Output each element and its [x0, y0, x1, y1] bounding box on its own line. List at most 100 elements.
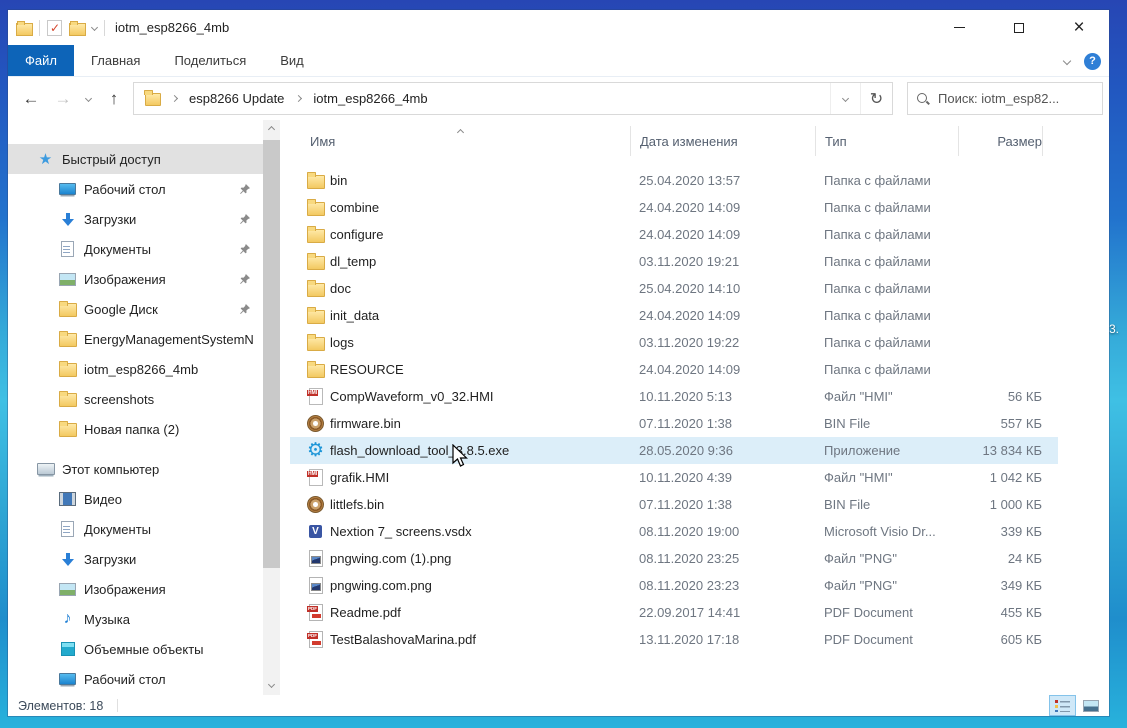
gear-icon [306, 442, 325, 459]
breadcrumb-chevron-icon[interactable] [171, 95, 178, 102]
breadcrumb-chevron-icon[interactable] [295, 95, 302, 102]
sidebar-item-quick-access[interactable]: Быстрый доступ [8, 144, 263, 174]
file-row[interactable]: pngwing.com (1).png 08.11.2020 23:25 Фай… [290, 545, 1058, 572]
sidebar-item[interactable]: Загрузки [8, 544, 263, 574]
file-row[interactable]: doc 25.04.2020 14:10 Папка с файлами [290, 275, 1058, 302]
file-row[interactable]: Readme.pdf 22.09.2017 14:41 PDF Document… [290, 599, 1058, 626]
png-icon [306, 550, 325, 567]
file-row[interactable]: init_data 24.04.2020 14:09 Папка с файла… [290, 302, 1058, 329]
sidebar-item[interactable]: Документы [8, 234, 263, 264]
file-date: 24.04.2020 14:09 [630, 200, 815, 215]
ribbon-tab-label: Поделиться [174, 53, 246, 68]
file-row[interactable]: grafik.HMI 10.11.2020 4:39 Файл "HMI" 1 … [290, 464, 1058, 491]
address-folder-icon[interactable] [143, 90, 162, 107]
column-header-name[interactable]: Имя [290, 126, 630, 156]
scrollbar-thumb[interactable] [263, 140, 280, 568]
help-icon[interactable]: ? [1084, 53, 1101, 70]
file-row[interactable]: combine 24.04.2020 14:09 Папка с файлами [290, 194, 1058, 221]
sidebar-item-label: Быстрый доступ [62, 152, 161, 167]
sidebar-item[interactable]: Изображения [8, 264, 263, 294]
sidebar-item[interactable]: Объемные объекты [8, 634, 263, 664]
breadcrumb-segment[interactable]: iotm_esp8266_4mb [311, 89, 429, 108]
thumbnails-view-icon [1083, 700, 1099, 712]
properties-check-icon[interactable] [47, 20, 62, 36]
file-row[interactable]: dl_temp 03.11.2020 19:21 Папка с файлами [290, 248, 1058, 275]
file-type: Файл "HMI" [815, 470, 958, 485]
sidebar-scrollbar[interactable] [263, 120, 280, 695]
file-row[interactable]: TestBalashovaMarina.pdf 13.11.2020 17:18… [290, 626, 1058, 653]
column-header-date[interactable]: Дата изменения [630, 126, 815, 156]
file-name: combine [330, 200, 630, 215]
ribbon-tab[interactable]: Файл [8, 45, 74, 76]
breadcrumb-segment[interactable]: esp8266 Update [187, 89, 286, 108]
sidebar-item[interactable]: Google Диск [8, 294, 263, 324]
file-row[interactable]: firmware.bin 07.11.2020 1:38 BIN File 55… [290, 410, 1058, 437]
sidebar-item[interactable]: screenshots [8, 384, 263, 414]
downloads-icon [58, 551, 77, 568]
close-button[interactable]: × [1049, 10, 1109, 45]
file-name: pngwing.com.png [330, 578, 630, 593]
forward-button[interactable]: → [50, 86, 76, 112]
recent-locations-chevron-icon[interactable] [85, 95, 92, 102]
desktop-icon-label-fragment: 3. [1109, 322, 1119, 336]
explorer-window: iotm_esp8266_4mb × Файл Главная [8, 10, 1109, 716]
computer-icon [36, 461, 55, 478]
file-type: BIN File [815, 416, 958, 431]
sidebar-item[interactable]: iotm_esp8266_4mb [8, 354, 263, 384]
sidebar-item[interactable]: Новая папка (2) [8, 414, 263, 444]
file-type: Файл "PNG" [815, 578, 958, 593]
folder-icon [306, 253, 325, 270]
file-row[interactable]: littlefs.bin 07.11.2020 1:38 BIN File 1 … [290, 491, 1058, 518]
collapse-ribbon-chevron-icon[interactable] [1063, 57, 1071, 65]
column-header-size[interactable]: Размер [958, 126, 1042, 156]
file-date: 03.11.2020 19:22 [630, 335, 815, 350]
maximize-button[interactable] [989, 10, 1049, 45]
scroll-up-button[interactable] [263, 121, 280, 138]
ribbon-tab[interactable]: Вид [263, 45, 321, 76]
customize-qat-chevron-icon[interactable] [91, 24, 98, 31]
file-row[interactable]: flash_download_tool_3.8.5.exe 28.05.2020… [290, 437, 1058, 464]
details-view-button[interactable] [1050, 696, 1075, 715]
scroll-down-button[interactable] [263, 676, 280, 693]
file-name: init_data [330, 308, 630, 323]
divider [39, 20, 40, 36]
sidebar-item[interactable]: Документы [8, 514, 263, 544]
thumbnails-view-button[interactable] [1078, 696, 1103, 715]
sidebar-item[interactable]: Рабочий стол [8, 174, 263, 204]
ribbon-tab[interactable]: Поделиться [157, 45, 263, 76]
file-row[interactable]: RESOURCE 24.04.2020 14:09 Папка с файлам… [290, 356, 1058, 383]
sidebar-item[interactable]: Видео [8, 484, 263, 514]
file-size: 1 042 КБ [958, 470, 1042, 485]
file-row[interactable]: CompWaveform_v0_32.HMI 10.11.2020 5:13 Ф… [290, 383, 1058, 410]
navigation-pane: Быстрый доступ Рабочий стол [8, 120, 263, 695]
back-button[interactable]: ← [18, 86, 44, 112]
sidebar-item[interactable]: Изображения [8, 574, 263, 604]
chevron-up-icon [268, 126, 275, 133]
file-date: 24.04.2020 14:09 [630, 362, 815, 377]
file-row[interactable]: pngwing.com.png 08.11.2020 23:23 Файл "P… [290, 572, 1058, 599]
search-box[interactable] [907, 82, 1103, 115]
address-bar[interactable]: esp8266 Update iotm_esp8266_4mb ↻ [133, 82, 893, 115]
folder-icon [58, 301, 77, 318]
file-row[interactable]: bin 25.04.2020 13:57 Папка с файлами [290, 167, 1058, 194]
sidebar-item[interactable]: EnergyManagementSystemN [8, 324, 263, 354]
sidebar-item[interactable]: Музыка [8, 604, 263, 634]
ribbon-tab[interactable]: Главная [74, 45, 157, 76]
file-size: 557 КБ [958, 416, 1042, 431]
sidebar-item[interactable]: Рабочий стол [8, 664, 263, 694]
up-button[interactable]: ↑ [101, 86, 127, 112]
refresh-button[interactable]: ↻ [860, 83, 892, 114]
sidebar-item-this-pc[interactable]: Этот компьютер [8, 454, 263, 484]
column-header-type[interactable]: Тип [815, 126, 958, 156]
file-row[interactable]: configure 24.04.2020 14:09 Папка с файла… [290, 221, 1058, 248]
address-dropdown-button[interactable] [830, 83, 860, 114]
file-row[interactable]: logs 03.11.2020 19:22 Папка с файлами [290, 329, 1058, 356]
minimize-button[interactable] [929, 10, 989, 45]
sidebar-item[interactable]: Загрузки [8, 204, 263, 234]
search-input[interactable] [938, 91, 1094, 106]
file-date: 28.05.2020 9:36 [630, 443, 815, 458]
new-folder-icon[interactable] [69, 21, 85, 35]
sidebar-item-label: Этот компьютер [62, 462, 159, 477]
file-row[interactable]: Nextion 7_ screens.vsdx 08.11.2020 19:00… [290, 518, 1058, 545]
folder-icon [306, 361, 325, 378]
